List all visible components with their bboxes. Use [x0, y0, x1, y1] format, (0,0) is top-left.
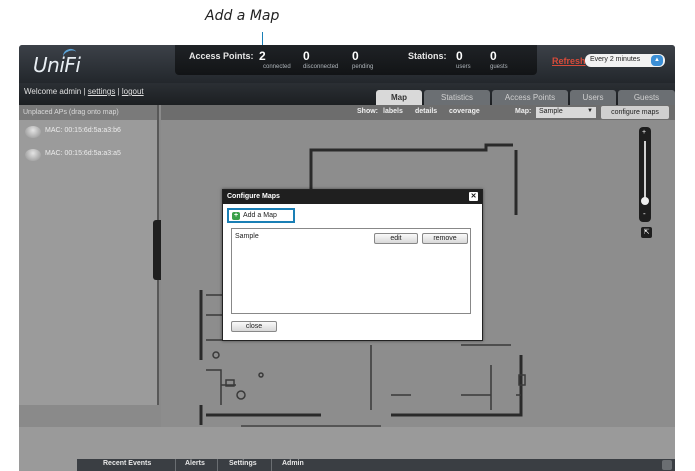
dialog-title: Configure Maps ✕ — [223, 190, 482, 204]
tab-divider — [175, 459, 176, 471]
unplaced-aps-heading: Unplaced APs (drag onto map) — [19, 105, 157, 120]
list-item[interactable]: MAC: 00:15:6d:5a:a3:b6 — [19, 124, 157, 143]
ap-mac-label: MAC: 00:15:6d:5a:a3:a5 — [45, 150, 121, 157]
tab-admin[interactable]: Admin — [282, 460, 304, 471]
map-select[interactable]: Sample ▼ — [536, 107, 596, 118]
add-map-button[interactable]: + Add a Map — [227, 208, 295, 223]
unplaced-aps-panel: Unplaced APs (drag onto map) MAC: 00:15:… — [19, 105, 159, 405]
configure-maps-button[interactable]: configure maps — [601, 106, 669, 119]
disconnected-count: 0 — [303, 49, 310, 63]
map-label: Map: — [515, 108, 532, 115]
zoom-track-line — [644, 141, 646, 199]
chevron-down-icon: ▼ — [587, 108, 593, 114]
plus-icon: + — [232, 212, 240, 220]
settings-link[interactable]: settings — [88, 87, 116, 96]
map-toolbar: Show: labels details coverage Map: Sampl… — [161, 105, 675, 120]
close-icon[interactable]: ✕ — [469, 192, 478, 201]
logout-link[interactable]: logout — [122, 87, 144, 96]
add-map-label: Add a Map — [243, 212, 277, 219]
details-toggle[interactable]: details — [415, 108, 437, 115]
close-button[interactable]: close — [231, 321, 277, 332]
zoom-handle[interactable] — [641, 197, 649, 205]
zoom-out-icon[interactable]: - — [643, 209, 646, 218]
ap-mac-label: MAC: 00:15:6d:5a:a3:b6 — [45, 127, 121, 134]
stats-panel: Access Points: 2 connected 0 disconnecte… — [175, 45, 537, 75]
list-item[interactable]: MAC: 00:15:6d:5a:a3:a5 — [19, 147, 157, 166]
welcome-text: Welcome admin | settings | logout — [24, 87, 144, 96]
tab-recent-events[interactable]: Recent Events — [103, 460, 151, 471]
callout-label: Add a Map — [205, 8, 280, 24]
refresh-interval-select[interactable]: Every 2 minutes ▲ — [585, 54, 665, 67]
coverage-toggle[interactable]: coverage — [449, 108, 480, 115]
refresh-link[interactable]: Refresh — [552, 56, 586, 66]
welcome-user: Welcome admin — [24, 87, 82, 96]
connected-count: 2 — [259, 49, 266, 63]
bottom-tab-bar: Recent Events Alerts Settings Admin — [77, 459, 675, 471]
access-points-label: Access Points: — [189, 51, 254, 61]
labels-toggle[interactable]: labels — [383, 108, 403, 115]
edit-map-button[interactable]: edit — [374, 233, 418, 244]
maps-list: Sample edit remove — [231, 228, 471, 314]
tab-bottom-settings[interactable]: Settings — [229, 460, 257, 471]
users-label: users — [456, 64, 471, 70]
stations-label: Stations: — [408, 51, 447, 61]
tab-divider — [217, 459, 218, 471]
select-arrows-icon: ▲ — [651, 55, 663, 66]
map-name: Sample — [235, 233, 259, 240]
access-point-icon[interactable] — [25, 126, 41, 138]
tab-guests[interactable]: Guests — [618, 90, 675, 105]
users-count: 0 — [456, 49, 463, 63]
dialog-title-text: Configure Maps — [227, 193, 280, 200]
guests-count: 0 — [490, 49, 497, 63]
tab-statistics[interactable]: Statistics — [424, 90, 490, 105]
disconnected-label: disconnected — [303, 64, 339, 70]
tab-access-points[interactable]: Access Points — [492, 90, 568, 105]
map-select-value: Sample — [539, 108, 563, 115]
expand-panel-icon[interactable] — [662, 460, 672, 470]
connected-label: connected — [263, 64, 291, 70]
show-label: Show: — [357, 108, 378, 115]
configure-maps-dialog: Configure Maps ✕ + Add a Map Sample edit… — [222, 189, 483, 341]
zoom-slider[interactable]: + - — [639, 127, 651, 222]
tab-users[interactable]: Users — [570, 90, 616, 105]
access-point-icon[interactable] — [25, 149, 41, 161]
zoom-in-icon[interactable]: + — [642, 129, 646, 136]
refresh-interval-value: Every 2 minutes — [590, 56, 641, 63]
guests-label: guests — [490, 64, 508, 70]
header: UniFi Access Points: 2 connected 0 disco… — [19, 45, 675, 83]
tab-divider — [271, 459, 272, 471]
tab-alerts[interactable]: Alerts — [185, 460, 205, 471]
pending-label: pending — [352, 64, 374, 70]
tab-map[interactable]: Map — [376, 90, 422, 105]
panel-collapse-handle[interactable] — [153, 220, 161, 280]
remove-map-button[interactable]: remove — [422, 233, 468, 244]
pending-count: 0 — [352, 49, 359, 63]
expand-icon[interactable]: ⇱ — [641, 227, 652, 238]
